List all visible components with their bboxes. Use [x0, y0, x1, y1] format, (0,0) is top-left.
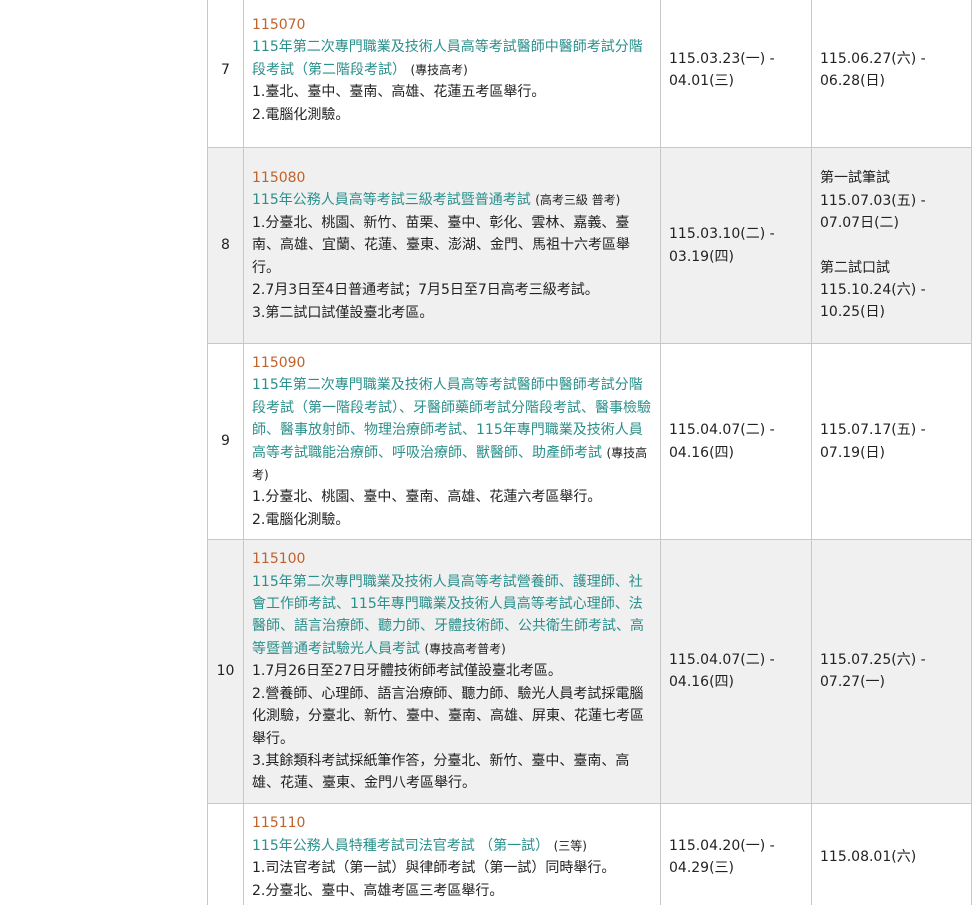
exam-date-end: 10.25(日) [820, 304, 886, 321]
exam-category: (高考三級 普考) [535, 193, 621, 208]
row-number: 10 [207, 539, 244, 804]
exam-date-end: 06.28(日) [820, 73, 886, 89]
exam-note: 2.營養師、心理師、語言治療師、聽力師、驗光人員考試採電腦化測驗，分臺北、新竹、… [252, 685, 644, 747]
exam-name-link[interactable]: 115年公務人員特種考試司法官考試 （第一試） [252, 838, 549, 854]
row-number: 9 [207, 342, 244, 541]
exam-note: 1.司法官考試（第一試）與律師考試（第一試）同時舉行。 [252, 860, 616, 877]
exam-category: (專技高考) [410, 62, 468, 77]
row-number [207, 802, 244, 905]
page: 7 115070 115年第二次專門職業及技術人員高等考試醫師中醫師考試分階段考… [0, 0, 977, 905]
application-end: 04.29(三) [669, 860, 735, 877]
exam-name-link[interactable]: 115年公務人員高等考試三級考試暨普通考試 [252, 192, 531, 208]
application-period-cell: 115.04.20(一) - 04.29(三) [660, 802, 812, 905]
exam-date-end: 07.19(日) [820, 444, 886, 461]
exam-info-cell: 115070 115年第二次專門職業及技術人員高等考試醫師中醫師考試分階段考試（… [243, 0, 661, 148]
table-row: 8 115080 115年公務人員高等考試三級考試暨普通考試 (高考三級 普考)… [207, 147, 972, 344]
exam-date: 115.08.01(六) [820, 849, 917, 866]
application-start: 115.04.20(一) - [669, 837, 775, 854]
exam-code-link[interactable]: 115110 [252, 812, 652, 834]
application-end: 04.16(四) [669, 444, 735, 461]
exam-category: (三等) [553, 838, 587, 853]
exam-note: 2.7月3日至4日普通考試；7月5日至7日高考三級考試。 [252, 282, 599, 299]
application-period-cell: 115.04.07(二) - 04.16(四) [660, 539, 812, 804]
exam-info-cell: 115090 115年第二次專門職業及技術人員高等考試醫師中醫師考試分階段考試（… [243, 342, 661, 541]
application-start: 115.04.07(二) - [669, 422, 775, 439]
application-period-cell: 115.04.07(二) - 04.16(四) [660, 342, 812, 541]
exam-date-cell: 115.07.25(六) - 07.27(一) [811, 539, 972, 804]
exam-note: 2.分臺北、臺中、高雄考區三考區舉行。 [252, 882, 504, 899]
application-end: 03.19(四) [669, 248, 735, 265]
application-period-cell: 115.03.10(二) - 03.19(四) [660, 147, 812, 344]
exam-note: 2.電腦化測驗。 [252, 511, 350, 528]
exam-code-link[interactable]: 115080 [252, 167, 652, 189]
exam-stage-label: 第二試口試 [820, 259, 890, 276]
exam-code-link[interactable]: 115070 [252, 14, 652, 36]
exam-date-end: 07.27(一) [820, 674, 886, 691]
exam-date-start: 115.07.25(六) - [820, 652, 926, 669]
application-start: 115.04.07(二) - [669, 652, 775, 669]
exam-info-cell: 115080 115年公務人員高等考試三級考試暨普通考試 (高考三級 普考) 1… [243, 147, 661, 344]
exam-date-start: 115.10.24(六) - [820, 281, 926, 298]
exam-code-link[interactable]: 115090 [252, 352, 652, 374]
exam-note: 3.其餘類科考試採紙筆作答，分臺北、新竹、臺中、臺南、高雄、花蓮、臺東、金門八考… [252, 752, 630, 792]
exam-date-start: 115.07.03(五) - [820, 192, 926, 209]
exam-note: 1.分臺北、桃園、新竹、苗栗、臺中、彰化、雲林、嘉義、臺南、高雄、宜蘭、花蓮、臺… [252, 214, 630, 276]
exam-code-link[interactable]: 115100 [252, 548, 652, 570]
application-start: 115.03.23(一) - [669, 50, 775, 67]
exam-category: (專技高考普考) [424, 641, 506, 656]
exam-info-cell: 115110 115年公務人員特種考試司法官考試 （第一試） (三等) 1.司法… [243, 802, 661, 905]
exam-date-cell: 115.08.01(六) [811, 802, 972, 905]
exam-date-cell: 115.07.17(五) - 07.19(日) [811, 342, 972, 541]
exam-note: 1.分臺北、桃園、臺中、臺南、高雄、花蓮六考區舉行。 [252, 489, 602, 506]
exam-date-cell: 115.06.27(六) - 06.28(日) [811, 0, 972, 148]
row-number: 8 [207, 147, 244, 344]
exam-note: 1.臺北、臺中、臺南、高雄、花蓮五考區舉行。 [252, 84, 546, 101]
exam-date-start: 115.06.27(六) - [820, 50, 926, 67]
exam-date-end: 07.07日(二) [820, 215, 900, 232]
application-start: 115.03.10(二) - [669, 226, 775, 243]
table-row: 10 115100 115年第二次專門職業及技術人員高等考試營養師、護理師、社會… [207, 539, 972, 804]
table-row: 115110 115年公務人員特種考試司法官考試 （第一試） (三等) 1.司法… [207, 802, 972, 905]
application-end: 04.16(四) [669, 674, 735, 691]
table-row: 7 115070 115年第二次專門職業及技術人員高等考試醫師中醫師考試分階段考… [207, 0, 972, 148]
exam-name-link[interactable]: 115年第二次專門職業及技術人員高等考試醫師中醫師考試分階段考試（第一階段考試）… [252, 377, 651, 460]
exam-schedule-table: 7 115070 115年第二次專門職業及技術人員高等考試醫師中醫師考試分階段考… [207, 0, 972, 905]
exam-date-cell: 第一試筆試 115.07.03(五) - 07.07日(二) 第二試口試 115… [811, 147, 972, 344]
row-number: 7 [207, 0, 244, 148]
application-end: 04.01(三) [669, 73, 735, 89]
table-row: 9 115090 115年第二次專門職業及技術人員高等考試醫師中醫師考試分階段考… [207, 342, 972, 541]
exam-note: 1.7月26日至27日牙體技術師考試僅設臺北考區。 [252, 663, 562, 680]
exam-stage-label: 第一試筆試 [820, 170, 890, 187]
exam-date-start: 115.07.17(五) - [820, 422, 926, 439]
exam-info-cell: 115100 115年第二次專門職業及技術人員高等考試營養師、護理師、社會工作師… [243, 539, 661, 804]
exam-note: 3.第二試口試僅設臺北考區。 [252, 304, 434, 321]
application-period-cell: 115.03.23(一) - 04.01(三) [660, 0, 812, 148]
exam-note: 2.電腦化測驗。 [252, 106, 350, 123]
